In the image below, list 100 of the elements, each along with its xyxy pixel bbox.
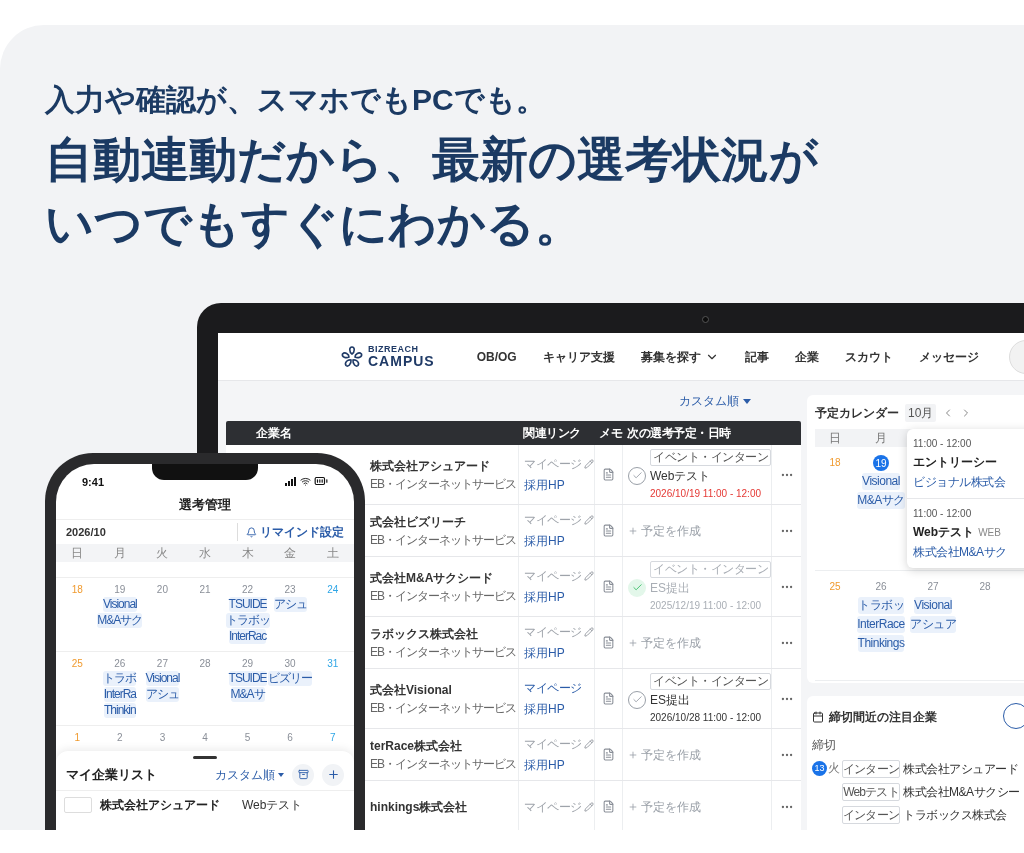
company-name[interactable]: トラボックス株式会 (903, 806, 1007, 824)
day-number[interactable]: 29 (242, 657, 254, 670)
screen-title: 選考管理 (179, 495, 231, 514)
weekday-label: 土 (325, 545, 340, 562)
industry-label: EB・インターネットサービス (370, 531, 517, 549)
event-datetime: 2025/12/19 11:00 - 12:00 (650, 598, 763, 613)
event-chip[interactable]: InterRac (228, 629, 267, 644)
column-header: 次の選考予定・日時 (626, 425, 732, 442)
sheet-title: マイ企業リスト (66, 765, 157, 784)
sort-dropdown[interactable]: カスタム順 (679, 392, 751, 410)
industry-label: EB・インターネットサービス (370, 699, 517, 717)
industry-label: EB・インターネットサービス (370, 587, 517, 605)
event-chip[interactable]: InterRace (857, 616, 905, 633)
event-chip[interactable]: M&Aサク (97, 613, 143, 628)
event-chip[interactable]: トラボッ (225, 613, 270, 628)
mypage-link[interactable]: マイページ (524, 679, 582, 697)
company-name[interactable]: 株式会社アシュアード (100, 796, 220, 814)
recruit-page-link[interactable]: 採用HP (524, 756, 594, 774)
logo-text: CAMPUS (368, 354, 435, 368)
industry-label: EB・インターネットサービス (370, 475, 517, 493)
day-number[interactable]: 6 (287, 731, 293, 744)
event-chip[interactable]: アシュ (145, 687, 179, 702)
nav-link[interactable]: メッセージ (918, 347, 979, 366)
company-name[interactable]: 式会社M&Aサクシード (370, 568, 518, 587)
recruit-page-link[interactable]: 採用HP (524, 644, 594, 662)
logo-subtitle: BIZREACH (368, 345, 420, 354)
event-chip[interactable]: トラボ (103, 671, 137, 686)
weekday-label: 日 (828, 430, 842, 447)
day-number[interactable]: 22 (242, 583, 254, 596)
company-link[interactable]: 株式会社M&Aサク (913, 543, 1024, 561)
card-title: 締切間近の注目企業 (829, 709, 937, 726)
category-tag: インターン (842, 806, 900, 824)
event-chip[interactable]: Visional (102, 597, 137, 612)
day-number[interactable]: 27 (927, 579, 939, 595)
column-header: 関連リンク (522, 425, 582, 442)
event-chip[interactable]: TSUIDE (228, 597, 267, 612)
recruit-page-link[interactable]: 採用HP (524, 476, 594, 494)
nav-link[interactable]: 募集を探す (640, 347, 719, 366)
nav-link[interactable]: キャリア支援 (542, 347, 615, 366)
weekday-label: 日 (70, 545, 85, 562)
weekday-label: 水 (198, 545, 212, 562)
day-number[interactable]: 4 (202, 731, 208, 744)
event-datetime: 2026/10/19 11:00 - 12:00 (650, 486, 763, 501)
company-name[interactable]: 式会社ビズリーチ (370, 512, 518, 531)
industry-label: EB・インターネットサービス (370, 643, 517, 661)
weekday-label: 月 (874, 430, 888, 447)
event-chip[interactable]: アシュア (910, 616, 956, 633)
day-number[interactable]: 20 (156, 583, 168, 596)
day-number[interactable]: 23 (284, 583, 296, 596)
event-chip[interactable]: ビズリー (268, 671, 313, 686)
event-chip[interactable]: M&Aサ (230, 687, 265, 702)
day-number[interactable]: 19 (114, 583, 126, 596)
company-name[interactable]: terRace株式会社 (370, 736, 518, 755)
event-chip[interactable]: Visional (862, 473, 900, 490)
day-number[interactable]: 26 (114, 657, 126, 670)
nav-link[interactable]: OB/OG (476, 347, 517, 366)
recruit-page-link[interactable]: 採用HP (524, 588, 594, 606)
company-name[interactable]: 株式会社アシュアード (903, 760, 1018, 778)
event-chip[interactable]: Visional (145, 671, 180, 686)
day-number[interactable]: 28 (979, 579, 991, 595)
nav-link[interactable]: 記事 (744, 347, 769, 366)
company-name[interactable]: ラボックス株式会社 (370, 624, 518, 643)
event-chip[interactable]: アシュ (273, 597, 307, 612)
event-chip[interactable]: トラボッ (858, 597, 904, 614)
company-name[interactable]: 株式会社M&Aサクシー (903, 783, 1020, 801)
company-link[interactable]: ビジョナル株式会 (913, 473, 1024, 491)
category-tag: インターン (842, 760, 900, 778)
weekday-label: 木 (240, 545, 255, 562)
remind-button[interactable]: リマインド設定 (237, 523, 344, 541)
event-chip[interactable]: M&Aサク (857, 492, 905, 509)
day-number[interactable]: 27 (156, 657, 168, 670)
headline: 自動連動だから、最新の選考状況が (45, 132, 820, 188)
industry-label: EB・インターネットサービス (370, 755, 517, 773)
day-number[interactable]: 5 (244, 731, 251, 744)
date-badge: 13 (812, 761, 827, 776)
event-chip[interactable]: Thinkin (104, 703, 136, 718)
event-title: ES提出 (650, 691, 690, 709)
day-number[interactable]: 21 (199, 583, 211, 596)
company-name[interactable]: 式会社Visional (370, 680, 518, 699)
month-label: 10月 (905, 404, 937, 422)
nav-link[interactable]: 企業 (794, 347, 819, 366)
day-number[interactable]: 28 (199, 657, 211, 670)
company-name[interactable]: 株式会社アシュアード (370, 456, 518, 475)
event-datetime: 2026/10/28 11:00 - 12:00 (650, 710, 763, 725)
event-title: Webテスト (913, 524, 975, 541)
event-chip[interactable]: Visional (914, 597, 952, 614)
event-chip[interactable]: TSUIDE (228, 671, 267, 686)
day-number[interactable]: 19 (873, 455, 889, 471)
company-name[interactable]: hinkings株式会社 (370, 797, 518, 816)
recruit-page-link[interactable]: 採用HP (524, 532, 594, 550)
event-tag: イベント・インターン (650, 560, 771, 578)
day-number[interactable]: 30 (284, 657, 296, 670)
day-number[interactable]: 3 (159, 731, 166, 744)
event-chip[interactable]: InterRa (103, 687, 137, 702)
recruit-page-link[interactable]: 採用HP (524, 700, 594, 718)
day-number[interactable]: 26 (875, 579, 887, 595)
day-number[interactable]: 2 (117, 731, 123, 744)
event-chip[interactable]: Thinkings (857, 635, 905, 652)
nav-link[interactable]: スカウト (844, 347, 893, 366)
sort-dropdown[interactable]: カスタム順 (215, 765, 284, 784)
